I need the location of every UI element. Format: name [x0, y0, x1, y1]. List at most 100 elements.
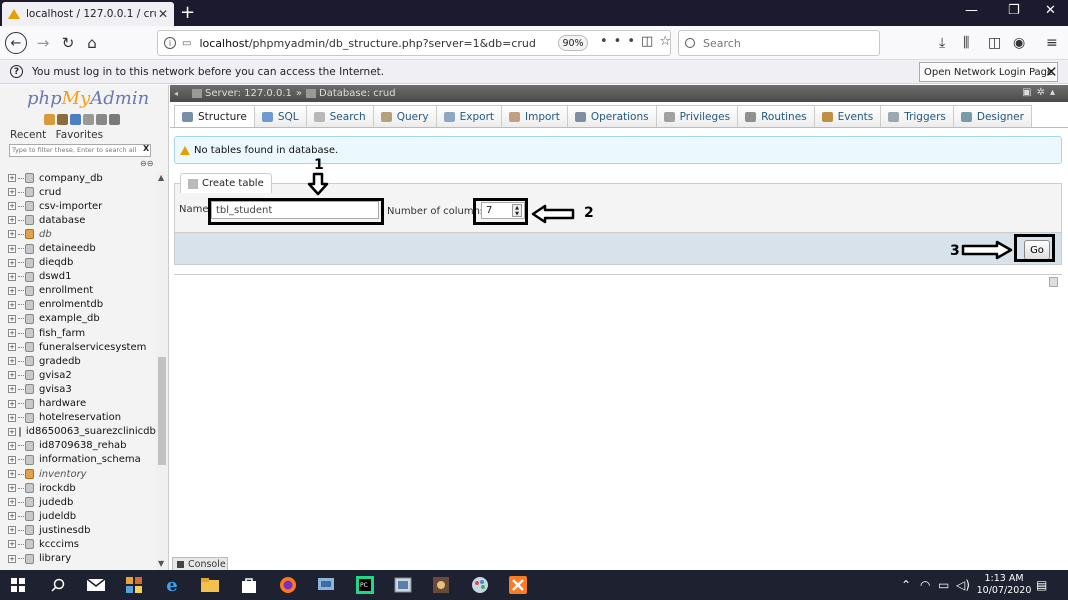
sidebar-db-item[interactable]: + hotelreservation: [0, 411, 155, 425]
expand-icon[interactable]: +: [8, 484, 16, 493]
sidebar-db-item[interactable]: + dswd1: [0, 270, 155, 284]
sidebar-db-item[interactable]: + detaineedb: [0, 241, 155, 255]
expand-icon[interactable]: +: [8, 441, 16, 450]
expand-icon[interactable]: +: [8, 498, 16, 507]
url-text[interactable]: localhost/phpmyadmin/db_structure.php?se…: [199, 37, 535, 50]
sidebar-db-item[interactable]: + funeralservicesystem: [0, 340, 155, 354]
expand-icon[interactable]: +: [8, 371, 16, 380]
sidebar-db-label[interactable]: crud: [39, 187, 61, 198]
tray-chevron-icon[interactable]: ⌃: [901, 578, 911, 592]
help-icon[interactable]: [70, 114, 81, 125]
sidebar-scrollbar[interactable]: ▲ ▼: [156, 171, 168, 570]
sidebar-db-item[interactable]: + gradedb: [0, 354, 155, 368]
expand-icon[interactable]: +: [8, 230, 16, 239]
expand-icon[interactable]: +: [8, 554, 16, 563]
sidebar-db-item[interactable]: + irockdb: [0, 481, 155, 495]
paint-app-icon[interactable]: [470, 575, 490, 595]
sidebar-db-label[interactable]: hardware: [39, 398, 86, 409]
sidebar-db-label[interactable]: enrollment: [39, 285, 93, 296]
reload-navigation-icon[interactable]: [109, 114, 120, 125]
expand-icon[interactable]: +: [8, 272, 16, 281]
file-explorer-icon[interactable]: [200, 575, 220, 595]
sidebar-db-item[interactable]: + enrollment: [0, 284, 155, 298]
minimize-icon[interactable]: —: [965, 3, 978, 18]
sidebar-db-item[interactable]: + enrolmentdb: [0, 298, 155, 312]
sidebar-db-label[interactable]: library: [39, 553, 71, 564]
mail-icon[interactable]: [86, 575, 106, 595]
expand-icon[interactable]: +: [8, 343, 16, 352]
expand-icon[interactable]: +: [8, 258, 16, 267]
expand-icon[interactable]: +: [8, 540, 16, 549]
account-icon[interactable]: ◉: [1013, 35, 1025, 51]
expand-icon[interactable]: +: [8, 244, 16, 253]
window-app-icon[interactable]: [393, 575, 413, 595]
sidebar-toggle-icon[interactable]: ◫: [988, 35, 1001, 51]
sidebar-db-label[interactable]: id8650063_suarezclinicdb: [26, 426, 156, 437]
sidebar-db-label[interactable]: hotelreservation: [39, 412, 121, 423]
page-actions[interactable]: •••◫☆: [600, 34, 677, 49]
sidebar-db-label[interactable]: gvisa3: [39, 384, 72, 395]
breadcrumb-server[interactable]: Server: 127.0.0.1: [205, 88, 292, 99]
sidebar-db-item[interactable]: + gvisa2: [0, 368, 155, 382]
tab-routines[interactable]: Routines: [737, 105, 815, 127]
edge-browser-icon[interactable]: e: [162, 575, 182, 596]
sidebar-db-item[interactable]: + justinesdb: [0, 523, 155, 537]
sidebar-db-label[interactable]: company_db: [39, 173, 103, 184]
windows-start-icon[interactable]: [8, 575, 28, 595]
print-view-icon[interactable]: [1049, 277, 1058, 287]
scroll-down-icon[interactable]: ▼: [158, 559, 164, 568]
expand-icon[interactable]: +: [8, 512, 16, 521]
back-arrow-icon[interactable]: ←: [5, 32, 27, 54]
sidebar-db-label[interactable]: database: [39, 215, 85, 226]
expand-icon[interactable]: +: [8, 413, 16, 422]
sidebar-db-label[interactable]: dswd1: [39, 271, 71, 282]
notifications-icon[interactable]: ▤: [1036, 578, 1047, 592]
battery-icon[interactable]: ▭: [938, 578, 949, 592]
open-network-login-button[interactable]: Open Network Login Page: [919, 62, 1059, 82]
expand-icon[interactable]: +: [8, 385, 16, 394]
sidebar-db-item[interactable]: + judeldb: [0, 509, 155, 523]
expand-icon[interactable]: +: [8, 300, 16, 309]
info-icon[interactable]: i: [164, 37, 176, 49]
sidebar-db-label[interactable]: gradedb: [39, 356, 81, 367]
download-icon[interactable]: ⤓: [939, 35, 945, 51]
tab-designer[interactable]: Designer: [952, 105, 1032, 127]
search-bar[interactable]: Search: [678, 30, 880, 56]
sidebar-db-item[interactable]: + id8650063_suarezclinicdb: [0, 425, 156, 439]
wifi-icon[interactable]: ◠: [920, 578, 930, 592]
pycharm-icon[interactable]: PC: [355, 575, 375, 595]
home-icon[interactable]: ⌂: [80, 31, 104, 55]
expand-icon[interactable]: +: [8, 329, 16, 338]
close-window-icon[interactable]: ✕: [1045, 3, 1056, 18]
store-icon[interactable]: [239, 575, 259, 595]
expand-icon[interactable]: +: [8, 286, 16, 295]
maximize-icon[interactable]: ❐: [1008, 3, 1020, 18]
expand-icon[interactable]: +: [8, 526, 16, 535]
home-icon[interactable]: [44, 114, 55, 125]
sidebar-db-label[interactable]: db: [39, 229, 52, 240]
collapse-breadcrumb-icon[interactable]: ◂: [174, 89, 184, 98]
close-tab-icon[interactable]: ✕: [158, 7, 168, 21]
expand-icon[interactable]: +: [8, 427, 16, 436]
volume-icon[interactable]: ◁): [956, 578, 970, 592]
sidebar-db-item[interactable]: + gvisa3: [0, 382, 155, 396]
sidebar-db-label[interactable]: kcccims: [39, 539, 79, 550]
sidebar-db-label[interactable]: irockdb: [39, 483, 76, 494]
sidebar-db-label[interactable]: detaineedb: [39, 243, 96, 254]
sidebar-db-label[interactable]: fish_farm: [39, 328, 85, 339]
zoom-level[interactable]: 90%: [558, 35, 588, 51]
menu-icon[interactable]: ≡: [1046, 35, 1058, 51]
sidebar-db-item[interactable]: + csv-importer: [0, 199, 155, 213]
sidebar-db-label[interactable]: enrolmentdb: [39, 299, 103, 310]
sidebar-db-item[interactable]: + database: [0, 213, 155, 227]
tab-structure[interactable]: Structure: [174, 105, 255, 127]
sidebar-db-label[interactable]: id8709638_rehab: [39, 440, 127, 451]
forward-arrow-icon[interactable]: →: [31, 31, 55, 55]
tab-sql[interactable]: SQL: [253, 105, 307, 127]
sidebar-db-label[interactable]: funeralservicesystem: [39, 342, 146, 353]
breadcrumb-database[interactable]: Database: crud: [319, 88, 396, 99]
sidebar-db-label[interactable]: gvisa2: [39, 370, 72, 381]
collapse-all-icon[interactable]: ⊖⊖: [140, 159, 153, 168]
expand-icon[interactable]: +: [8, 314, 16, 323]
xampp-icon[interactable]: [508, 575, 528, 595]
